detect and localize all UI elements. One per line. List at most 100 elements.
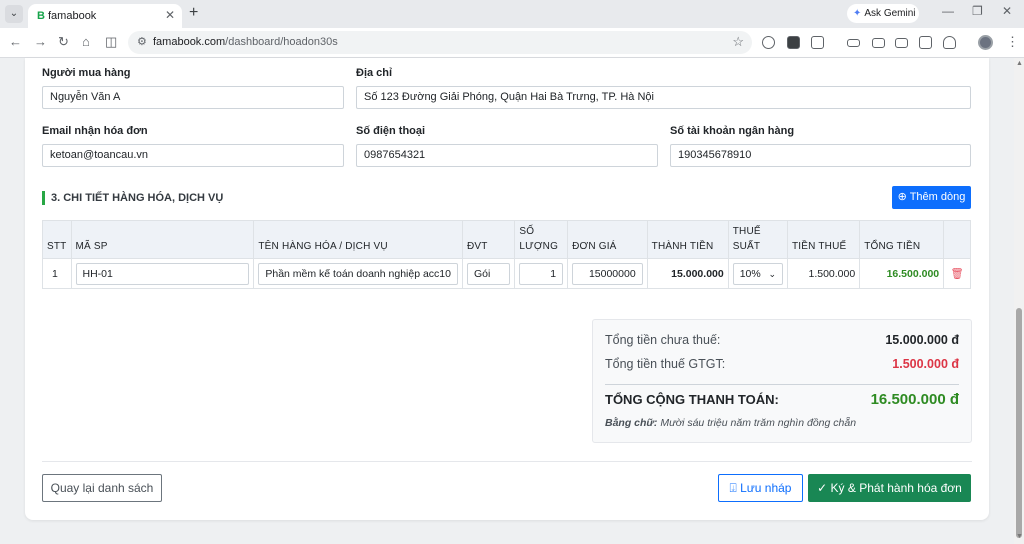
footer-divider bbox=[42, 461, 972, 462]
save-draft-label: Lưu nháp bbox=[740, 481, 792, 495]
row-tax-rate-cell: 10% ⌄ bbox=[727, 258, 788, 289]
col-qty: SỐ LƯỢNG bbox=[514, 220, 569, 259]
sign-and-issue-label: Ký & Phát hành hóa đơn bbox=[830, 481, 962, 495]
address-bar[interactable]: ⚙ famabook.com/dashboard/hoadon30s ☆ bbox=[128, 31, 752, 54]
unit-price-input[interactable]: 15000000 bbox=[572, 262, 643, 285]
sign-and-issue-button[interactable]: ✓ Ký & Phát hành hóa đơn bbox=[808, 474, 971, 502]
vat-row: Tổng tiền thuế GTGT: 1.500.000 đ bbox=[605, 357, 959, 371]
items-table: STT MÃ SP TÊN HÀNG HÓA / DỊCH VỤ ĐVT SỐ L… bbox=[42, 220, 971, 289]
row-stt: 1 bbox=[42, 258, 72, 289]
address-label: Địa chỉ bbox=[356, 67, 393, 79]
browser-toolbar: ← → ↻ ⌂ ◫ ⚙ famabook.com/dashboard/hoado… bbox=[0, 28, 1024, 58]
col-unit: ĐVT bbox=[461, 220, 516, 259]
bank-account-label: Số tài khoản ngân hàng bbox=[670, 125, 795, 137]
tab-search-icon[interactable]: ⌄ bbox=[5, 5, 23, 23]
minimize-icon[interactable]: — bbox=[942, 4, 954, 18]
close-window-icon[interactable]: ✕ bbox=[1002, 4, 1012, 18]
tax-rate-value: 10% bbox=[739, 267, 761, 280]
add-row-button[interactable]: ⊕ Thêm dòng bbox=[892, 186, 971, 209]
product-code-input[interactable]: HH-01 bbox=[75, 262, 250, 285]
tab-title: famabook bbox=[48, 10, 97, 22]
scroll-up-icon[interactable]: ▲ bbox=[1016, 60, 1023, 67]
summary-box: Tổng tiền chưa thuế: 15.000.000 đ Tổng t… bbox=[592, 319, 972, 443]
check-circle-icon: ✓ bbox=[817, 481, 828, 495]
email-input[interactable]: ketoan@toancau.vn bbox=[42, 144, 344, 167]
extension-compass-icon[interactable] bbox=[762, 36, 775, 49]
split-view-icon[interactable]: ◫ bbox=[105, 34, 117, 50]
scroll-thumb[interactable] bbox=[1016, 308, 1022, 538]
phone-input[interactable]: 0987654321 bbox=[356, 144, 658, 167]
vat-value: 1.500.000 đ bbox=[892, 357, 959, 371]
col-total: TỔNG TIỀN bbox=[859, 220, 945, 259]
plus-circle-icon: ⊕ bbox=[897, 191, 907, 203]
grand-total-row: TỔNG CỘNG THANH TOÁN: 16.500.000 đ bbox=[605, 391, 959, 408]
chevron-down-icon: ⌄ bbox=[768, 268, 776, 279]
bank-account-input[interactable]: 190345678910 bbox=[670, 144, 971, 167]
table-row: 1 HH-01 Phần mềm kế toán doanh nghiệp ac… bbox=[42, 258, 971, 289]
payment-card-icon[interactable] bbox=[872, 38, 885, 48]
ask-gemini-label: Ask Gemini bbox=[864, 8, 916, 19]
items-section-title: 3. CHI TIẾT HÀNG HÓA, DỊCH VỤ bbox=[42, 191, 223, 205]
menu-kebab-icon[interactable]: ⋮ bbox=[1006, 34, 1019, 50]
home-icon[interactable]: ⌂ bbox=[82, 34, 90, 50]
amount-in-words-label: Bằng chữ: bbox=[605, 417, 658, 429]
address-input[interactable]: Số 123 Đường Giải Phóng, Quận Hai Bà Trư… bbox=[356, 86, 971, 109]
buyer-name-label: Người mua hàng bbox=[42, 67, 131, 79]
buyer-name-input[interactable]: Nguyễn Văn A bbox=[42, 86, 344, 109]
ask-gemini-button[interactable]: ✦ Ask Gemini bbox=[847, 4, 919, 23]
row-name-cell: Phần mềm kế toán doanh nghiệp acc10 bbox=[253, 258, 463, 289]
row-unit-cell: Gói bbox=[461, 258, 516, 289]
reload-icon[interactable]: ↻ bbox=[58, 34, 69, 50]
delete-row-trash-icon[interactable]: 🗑 bbox=[943, 258, 971, 289]
back-to-list-button[interactable]: Quay lại danh sách bbox=[42, 474, 162, 502]
password-key-icon[interactable] bbox=[847, 39, 860, 47]
col-amount: THÀNH TIỀN bbox=[646, 220, 729, 259]
gemini-icon: ✦ bbox=[853, 8, 862, 19]
save-draft-button[interactable]: ⍗ Lưu nháp bbox=[718, 474, 803, 502]
scroll-down-icon[interactable]: ▼ bbox=[1016, 533, 1023, 540]
bookmark-star-icon[interactable]: ☆ bbox=[732, 34, 744, 50]
reading-list-icon[interactable] bbox=[895, 38, 908, 48]
row-tax-amount: 1.500.000 bbox=[786, 258, 861, 289]
site-info-icon[interactable]: ⚙ bbox=[137, 35, 147, 48]
profile-avatar[interactable] bbox=[978, 35, 993, 50]
save-draft-icon: ⍗ bbox=[729, 481, 737, 495]
unit-input[interactable]: Gói bbox=[467, 262, 511, 285]
row-price-cell: 15000000 bbox=[567, 258, 648, 289]
col-price: ĐƠN GIÁ bbox=[567, 220, 648, 259]
col-code: MÃ SP bbox=[70, 220, 255, 259]
incognito-icon[interactable] bbox=[943, 36, 956, 49]
browser-tab[interactable]: B famabook ✕ bbox=[28, 4, 182, 28]
tab-close-icon[interactable]: ✕ bbox=[165, 8, 175, 22]
restore-icon[interactable]: ❐ bbox=[972, 4, 983, 18]
email-label: Email nhận hóa đơn bbox=[42, 125, 148, 137]
col-stt: STT bbox=[42, 220, 72, 259]
page-scrollbar[interactable]: ▲ ▼ bbox=[1014, 58, 1024, 544]
subtotal-value: 15.000.000 đ bbox=[885, 333, 959, 347]
quantity-input[interactable]: 1 bbox=[519, 262, 564, 285]
col-tax-rate: THUẾ SUẤT bbox=[727, 220, 788, 259]
tab-groups-icon[interactable] bbox=[919, 36, 932, 49]
grand-total-label: TỔNG CỘNG THANH TOÁN: bbox=[605, 392, 779, 407]
add-row-label: Thêm dòng bbox=[909, 191, 966, 203]
amount-in-words-value: Mười sáu triệu năm trăm nghìn đồng chẵn bbox=[660, 417, 857, 429]
row-total: 16.500.000 bbox=[859, 258, 945, 289]
row-qty-cell: 1 bbox=[514, 258, 569, 289]
row-amount: 15.000.000 bbox=[646, 258, 729, 289]
items-table-header: STT MÃ SP TÊN HÀNG HÓA / DỊCH VỤ ĐVT SỐ L… bbox=[42, 220, 971, 259]
extension-s-icon[interactable] bbox=[787, 36, 800, 49]
grand-total-value: 16.500.000 đ bbox=[870, 391, 959, 408]
browser-tabbar: ⌄ B famabook ✕ + ✦ Ask Gemini — ❐ ✕ bbox=[0, 0, 1024, 28]
url-text: famabook.com/dashboard/hoadon30s bbox=[153, 36, 338, 48]
col-actions bbox=[943, 220, 971, 259]
tax-rate-select[interactable]: 10% ⌄ bbox=[732, 262, 783, 285]
product-name-input[interactable]: Phần mềm kế toán doanh nghiệp acc10 bbox=[258, 262, 458, 285]
invoice-form-card: Người mua hàng Nguyễn Văn A Địa chỉ Số 1… bbox=[25, 58, 989, 520]
col-tax-amount: TIỀN THUẾ bbox=[786, 220, 861, 259]
extensions-puzzle-icon[interactable] bbox=[811, 36, 824, 49]
back-icon[interactable]: ← bbox=[9, 34, 22, 50]
forward-icon[interactable]: → bbox=[34, 34, 47, 50]
phone-label: Số điện thoại bbox=[356, 125, 426, 137]
row-code-cell: HH-01 bbox=[70, 258, 255, 289]
new-tab-icon[interactable]: + bbox=[189, 5, 198, 21]
